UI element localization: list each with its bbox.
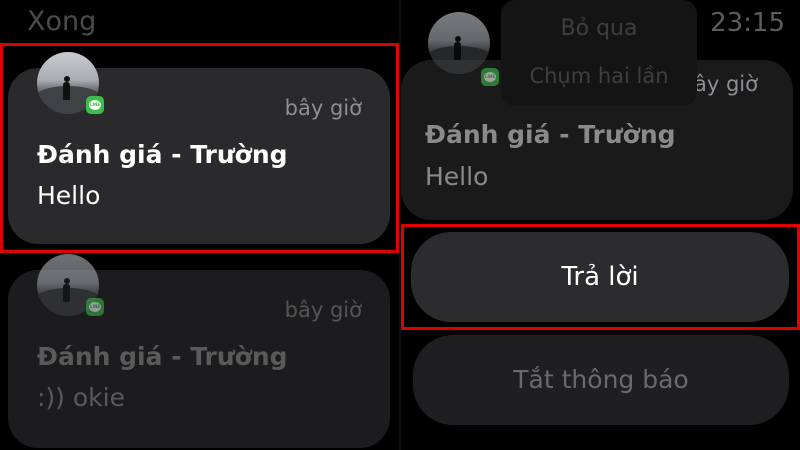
notification-list-screen: Xong bây giờ Đánh giá - Trường Hello bây… — [0, 0, 399, 450]
clock-time: 23:15 — [710, 8, 785, 38]
line-app-icon — [86, 298, 104, 316]
dismiss-overlay[interactable]: Bỏ qua Chụm hai lần — [501, 0, 697, 106]
dismiss-label: Bỏ qua — [560, 16, 638, 41]
done-button[interactable]: Xong — [27, 6, 96, 37]
line-app-icon — [481, 68, 499, 86]
notification-message: :)) okie — [37, 383, 125, 412]
notification-detail-screen: bây giờ Đánh giá - Trường Hello Bỏ qua C… — [401, 0, 800, 450]
notification-title: Đánh giá - Trường — [37, 342, 288, 371]
highlight-box — [401, 224, 800, 330]
notification-time: bây giờ — [284, 298, 362, 322]
notification-title: Đánh giá - Trường — [425, 120, 676, 149]
notification-message: Hello — [425, 162, 489, 191]
contact-avatar — [428, 12, 490, 74]
highlight-box — [0, 43, 399, 253]
mute-notifications-button[interactable]: Tắt thông báo — [413, 335, 789, 425]
double-pinch-hint: Chụm hai lần — [529, 64, 669, 88]
